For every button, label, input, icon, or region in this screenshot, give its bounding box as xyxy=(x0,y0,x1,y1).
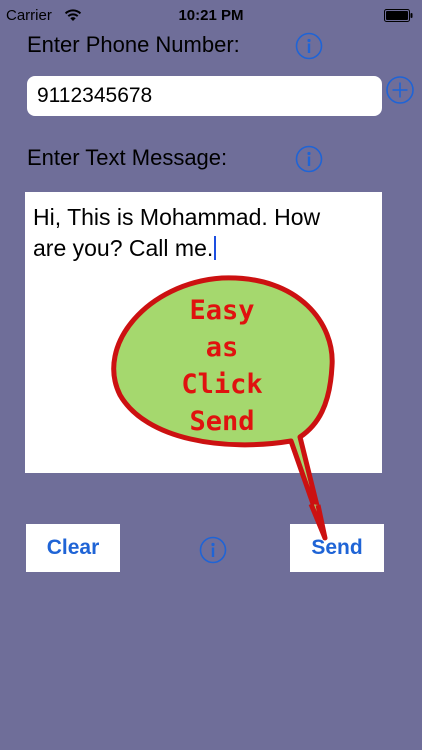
message-line: Hi, This is Mohammad. How xyxy=(33,204,321,230)
text-cursor xyxy=(214,236,217,260)
bubble-line: Send xyxy=(189,406,255,437)
message-line: are you? Call me. xyxy=(33,235,214,261)
bubble-line: Easy xyxy=(189,295,255,326)
send-button[interactable]: Send xyxy=(290,524,384,572)
bubble-text: Easy as Click Send xyxy=(162,292,282,440)
phone-number-label: Enter Phone Number: xyxy=(27,32,240,57)
info-icon[interactable] xyxy=(295,32,323,60)
status-time: 10:21 PM xyxy=(178,7,244,24)
info-icon[interactable] xyxy=(199,536,227,564)
text-message-label: Enter Text Message: xyxy=(27,145,228,170)
bubble-line: as xyxy=(205,332,239,363)
bubble-line: Click xyxy=(181,369,263,400)
clear-button[interactable]: Clear xyxy=(26,524,120,572)
battery-icon xyxy=(384,9,413,22)
message-line-last: are you? Call me. xyxy=(33,233,374,264)
status-bar: Carrier 10:21 PM xyxy=(0,0,422,30)
info-icon[interactable] xyxy=(295,145,323,173)
phone-number-input[interactable] xyxy=(27,76,382,116)
plus-circle-icon[interactable] xyxy=(385,75,415,105)
